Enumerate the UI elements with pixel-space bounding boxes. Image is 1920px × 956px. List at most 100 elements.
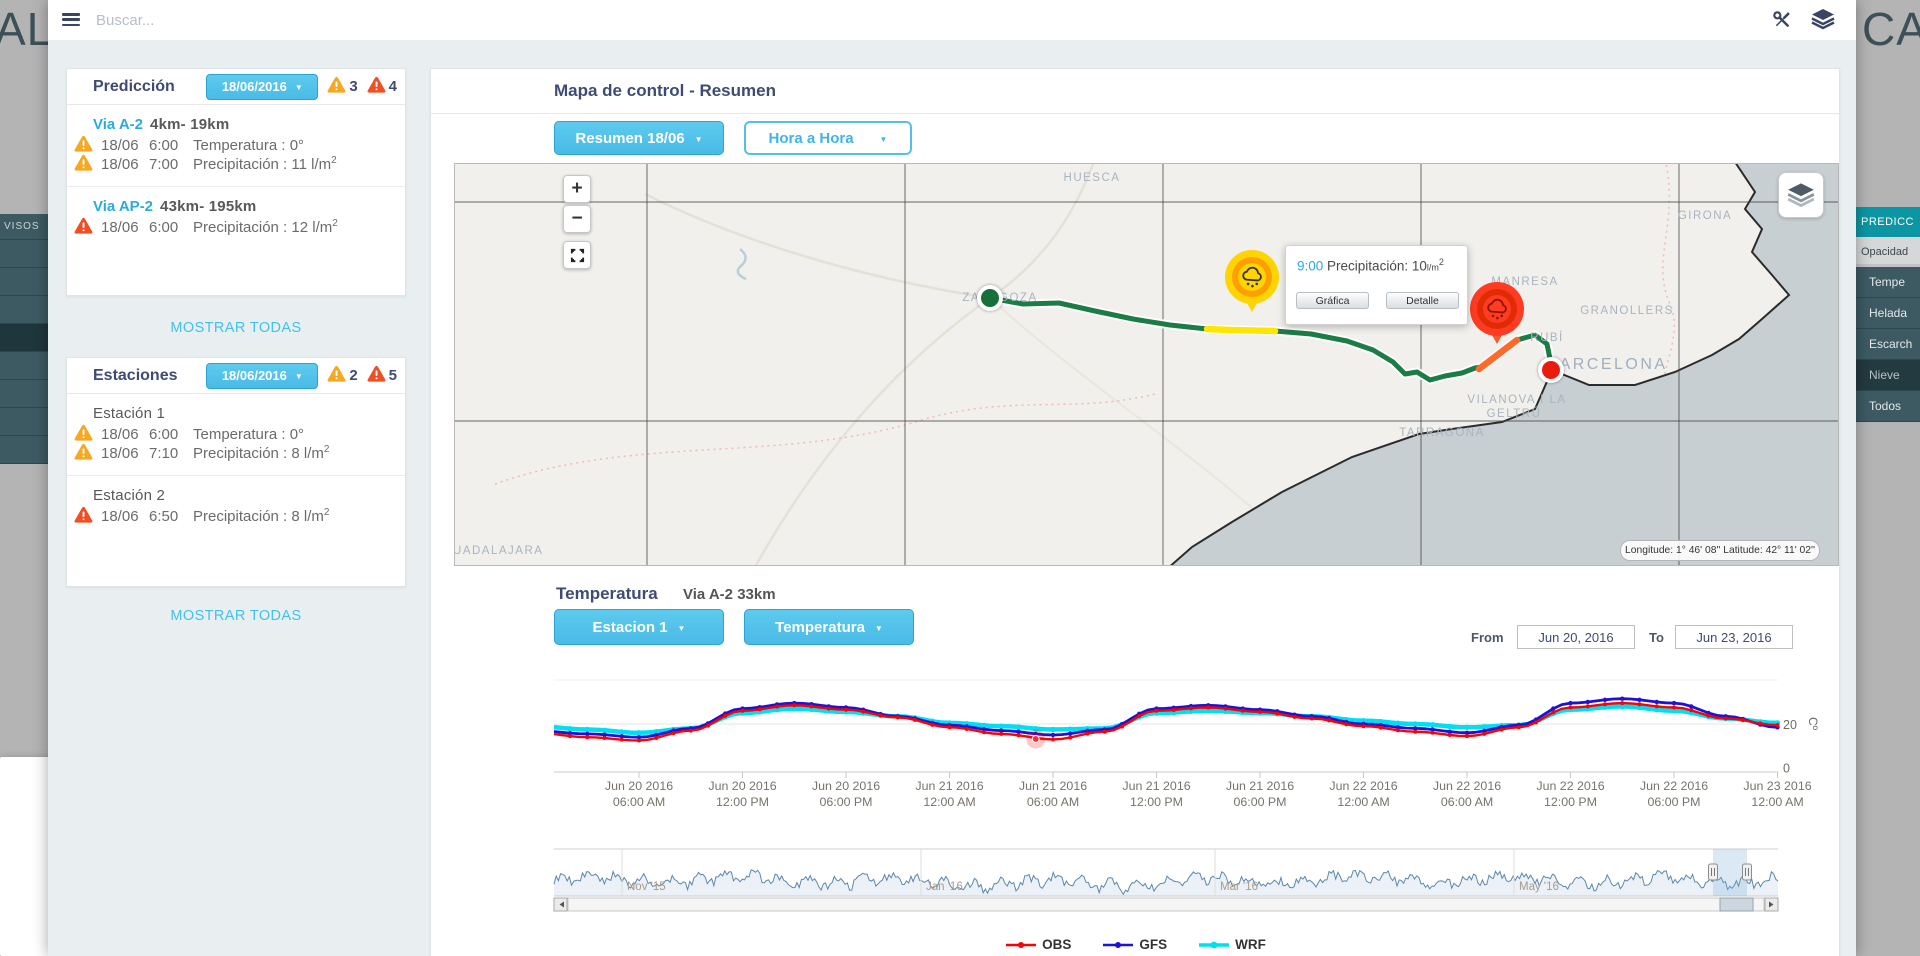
- coordinates-readout: Longitude: 1° 46' 08'' Latitude: 42° 11'…: [1620, 540, 1820, 561]
- menu-item-escarch[interactable]: Escarch: [1856, 329, 1920, 360]
- svg-text:Jun 20 201612:00 PM: Jun 20 201612:00 PM: [708, 779, 776, 809]
- background-heading-left: AL: [0, 2, 53, 56]
- popup-text: 9:00 Precipitación: 10l/m2: [1297, 257, 1467, 274]
- alert-triangle-icon: [74, 506, 93, 527]
- date-dropdown[interactable]: 18/06/2016▼: [206, 363, 318, 389]
- map-label-tarragona: TARRAGONA: [1399, 427, 1485, 439]
- background-menu-row[interactable]: [0, 240, 49, 268]
- navigator-handle[interactable]: [1743, 864, 1752, 880]
- panel-title: Estaciones: [93, 367, 177, 385]
- main-card: Mapa de control - Resumen Resumen 18/06▼…: [430, 68, 1840, 956]
- background-menu-row[interactable]: [0, 324, 49, 352]
- zoom-out-button[interactable]: −: [563, 205, 591, 233]
- layers-icon[interactable]: [1811, 8, 1835, 32]
- menu-icon[interactable]: [62, 13, 80, 27]
- show-all-link[interactable]: MOSTRAR TODAS: [66, 608, 406, 624]
- page-title: Mapa de control - Resumen: [554, 81, 776, 101]
- route-start-dot[interactable]: [977, 285, 1003, 311]
- background-menu-row[interactable]: [0, 380, 49, 408]
- menu-item-helada[interactable]: Helada: [1856, 298, 1920, 329]
- warning-badge: 3: [327, 76, 357, 98]
- alert-triangle-icon: [74, 217, 93, 238]
- map-label-rub-: RUBÍ: [1530, 332, 1563, 344]
- alert-row: 18/067:00Precipitación : 11 l/m2: [67, 155, 405, 174]
- svg-text:Jun 20 201606:00 PM: Jun 20 201606:00 PM: [812, 779, 880, 809]
- alert-triangle-icon: [367, 365, 386, 387]
- control-map[interactable]: HUESCAZARAGOZAGIRONAMANRESAGRANOLLERSRUB…: [454, 163, 1839, 566]
- map-label-barcelona: BARCELONA: [1546, 356, 1667, 374]
- search-input[interactable]: [94, 6, 394, 34]
- zoom-in-button[interactable]: +: [563, 175, 591, 203]
- legend-item-gfs[interactable]: GFS: [1103, 937, 1167, 952]
- background-right-strip: CA PREDICC Opacidad TempeHeladaEscarchNi…: [1856, 0, 1920, 956]
- road-link[interactable]: Via AP-2: [93, 198, 153, 215]
- warn-triangle-icon: [74, 135, 93, 156]
- detalle-button[interactable]: Detalle: [1386, 292, 1459, 309]
- svg-text:Jun 22 201606:00 AM: Jun 22 201606:00 AM: [1433, 779, 1501, 809]
- warning-triangle-icon: [327, 76, 346, 98]
- opacity-menu-item[interactable]: Opacidad: [1856, 237, 1920, 267]
- legend-item-wrf[interactable]: WRF: [1199, 937, 1266, 952]
- warn-triangle-icon: [74, 443, 93, 464]
- scrollbar-track[interactable]: [568, 898, 1764, 911]
- map-layers-button[interactable]: [1778, 172, 1824, 218]
- tools-icon[interactable]: [1770, 8, 1794, 32]
- show-all-link[interactable]: MOSTRAR TODAS: [66, 320, 406, 336]
- alert-item: Via A-24km- 19km18/066:00Temperatura : 0…: [67, 105, 405, 187]
- navigator-selection[interactable]: [1713, 849, 1747, 896]
- menu-item-tempe[interactable]: Tempe: [1856, 267, 1920, 298]
- alert-triangle-icon: [367, 76, 386, 98]
- svg-text:Nov '15: Nov '15: [627, 881, 666, 893]
- svg-text:May '16: May '16: [1519, 881, 1559, 893]
- legend-item-obs[interactable]: OBS: [1006, 937, 1071, 952]
- background-menu-row[interactable]: [0, 296, 49, 324]
- background-left-menu: VISOS: [0, 214, 49, 464]
- alert-badge: 5: [367, 365, 397, 387]
- route-end-dot[interactable]: [1538, 357, 1564, 383]
- alert-item: Estación 218/066:50Precipitación : 8 l/m…: [67, 476, 405, 538]
- alert-row: 18/066:50Precipitación : 8 l/m2: [67, 507, 405, 526]
- menu-item-todos[interactable]: Todos: [1856, 391, 1920, 422]
- svg-text:Jun 22 201612:00 AM: Jun 22 201612:00 AM: [1329, 779, 1397, 809]
- chevron-down-icon: ▼: [695, 135, 703, 144]
- chart-subtitle: Via A-2 33km: [683, 586, 776, 603]
- background-right-menu: PREDICC Opacidad TempeHeladaEscarchNieve…: [1856, 207, 1920, 422]
- cloud-snow-icon: [1238, 263, 1266, 291]
- alert-item: Via AP-243km- 195km 18/066:00Precipitació…: [67, 187, 405, 249]
- road-link[interactable]: Via A-2: [93, 116, 143, 133]
- map-label-geltr-: GELTRÚ: [1487, 408, 1542, 420]
- map-label-girona: GIRONA: [1678, 210, 1732, 222]
- svg-text:Jun 22 201606:00 PM: Jun 22 201606:00 PM: [1640, 779, 1708, 809]
- prediccion-panel: Predicción 18/06/2016▼ 3 4 Via A-24km- 1…: [66, 68, 406, 296]
- hora-a-hora-dropdown[interactable]: Hora a Hora▼: [744, 121, 912, 155]
- map-label-guadalajara: GUADALAJARA: [454, 545, 543, 557]
- svg-text:Mar '16: Mar '16: [1220, 881, 1258, 893]
- temperature-chart[interactable]: 200CºJun 20 201606:00 AMJun 20 201612:00…: [431, 629, 1841, 956]
- background-heading-right: CA: [1862, 2, 1920, 56]
- resumen-dropdown[interactable]: Resumen 18/06▼: [554, 121, 724, 155]
- prediccion-menu-header: PREDICC: [1856, 207, 1920, 237]
- estaciones-panel-header: Estaciones 18/06/2016▼ 2 5: [67, 358, 405, 394]
- screen: AL VISOS CA PREDICC Opacidad TempeHelada…: [0, 0, 1920, 956]
- date-dropdown[interactable]: 18/06/2016▼: [206, 74, 318, 100]
- svg-text:Jun 21 201612:00 AM: Jun 21 201612:00 AM: [915, 779, 983, 809]
- background-menu-row[interactable]: [0, 352, 49, 380]
- menu-item-nieve[interactable]: Nieve: [1856, 360, 1920, 391]
- chart-title: Temperatura: [556, 584, 658, 604]
- alert-row: 18/066:00Precipitación : 12 l/m2: [67, 218, 405, 237]
- svg-text:Jun 23 201612:00 AM: Jun 23 201612:00 AM: [1743, 779, 1811, 809]
- grafica-button[interactable]: Gráfica: [1296, 292, 1369, 309]
- background-menu-header: VISOS: [0, 214, 49, 240]
- navigator-handle[interactable]: [1709, 864, 1718, 880]
- svg-text:Cº: Cº: [1806, 717, 1820, 731]
- scrollbar-thumb[interactable]: [1720, 898, 1753, 911]
- svg-text:Jun 20 201606:00 AM: Jun 20 201606:00 AM: [605, 779, 673, 809]
- background-menu-row[interactable]: [0, 408, 49, 436]
- background-menu-row[interactable]: [0, 436, 49, 464]
- alert-item-title: Via AP-243km- 195km: [93, 198, 405, 215]
- alert-row: 18/066:00Temperatura : 0°: [67, 136, 405, 155]
- background-menu-row[interactable]: [0, 268, 49, 296]
- fullscreen-button[interactable]: [563, 241, 591, 269]
- svg-text:Jun 22 201612:00 PM: Jun 22 201612:00 PM: [1536, 779, 1604, 809]
- cloud-rain-icon: [1483, 295, 1511, 323]
